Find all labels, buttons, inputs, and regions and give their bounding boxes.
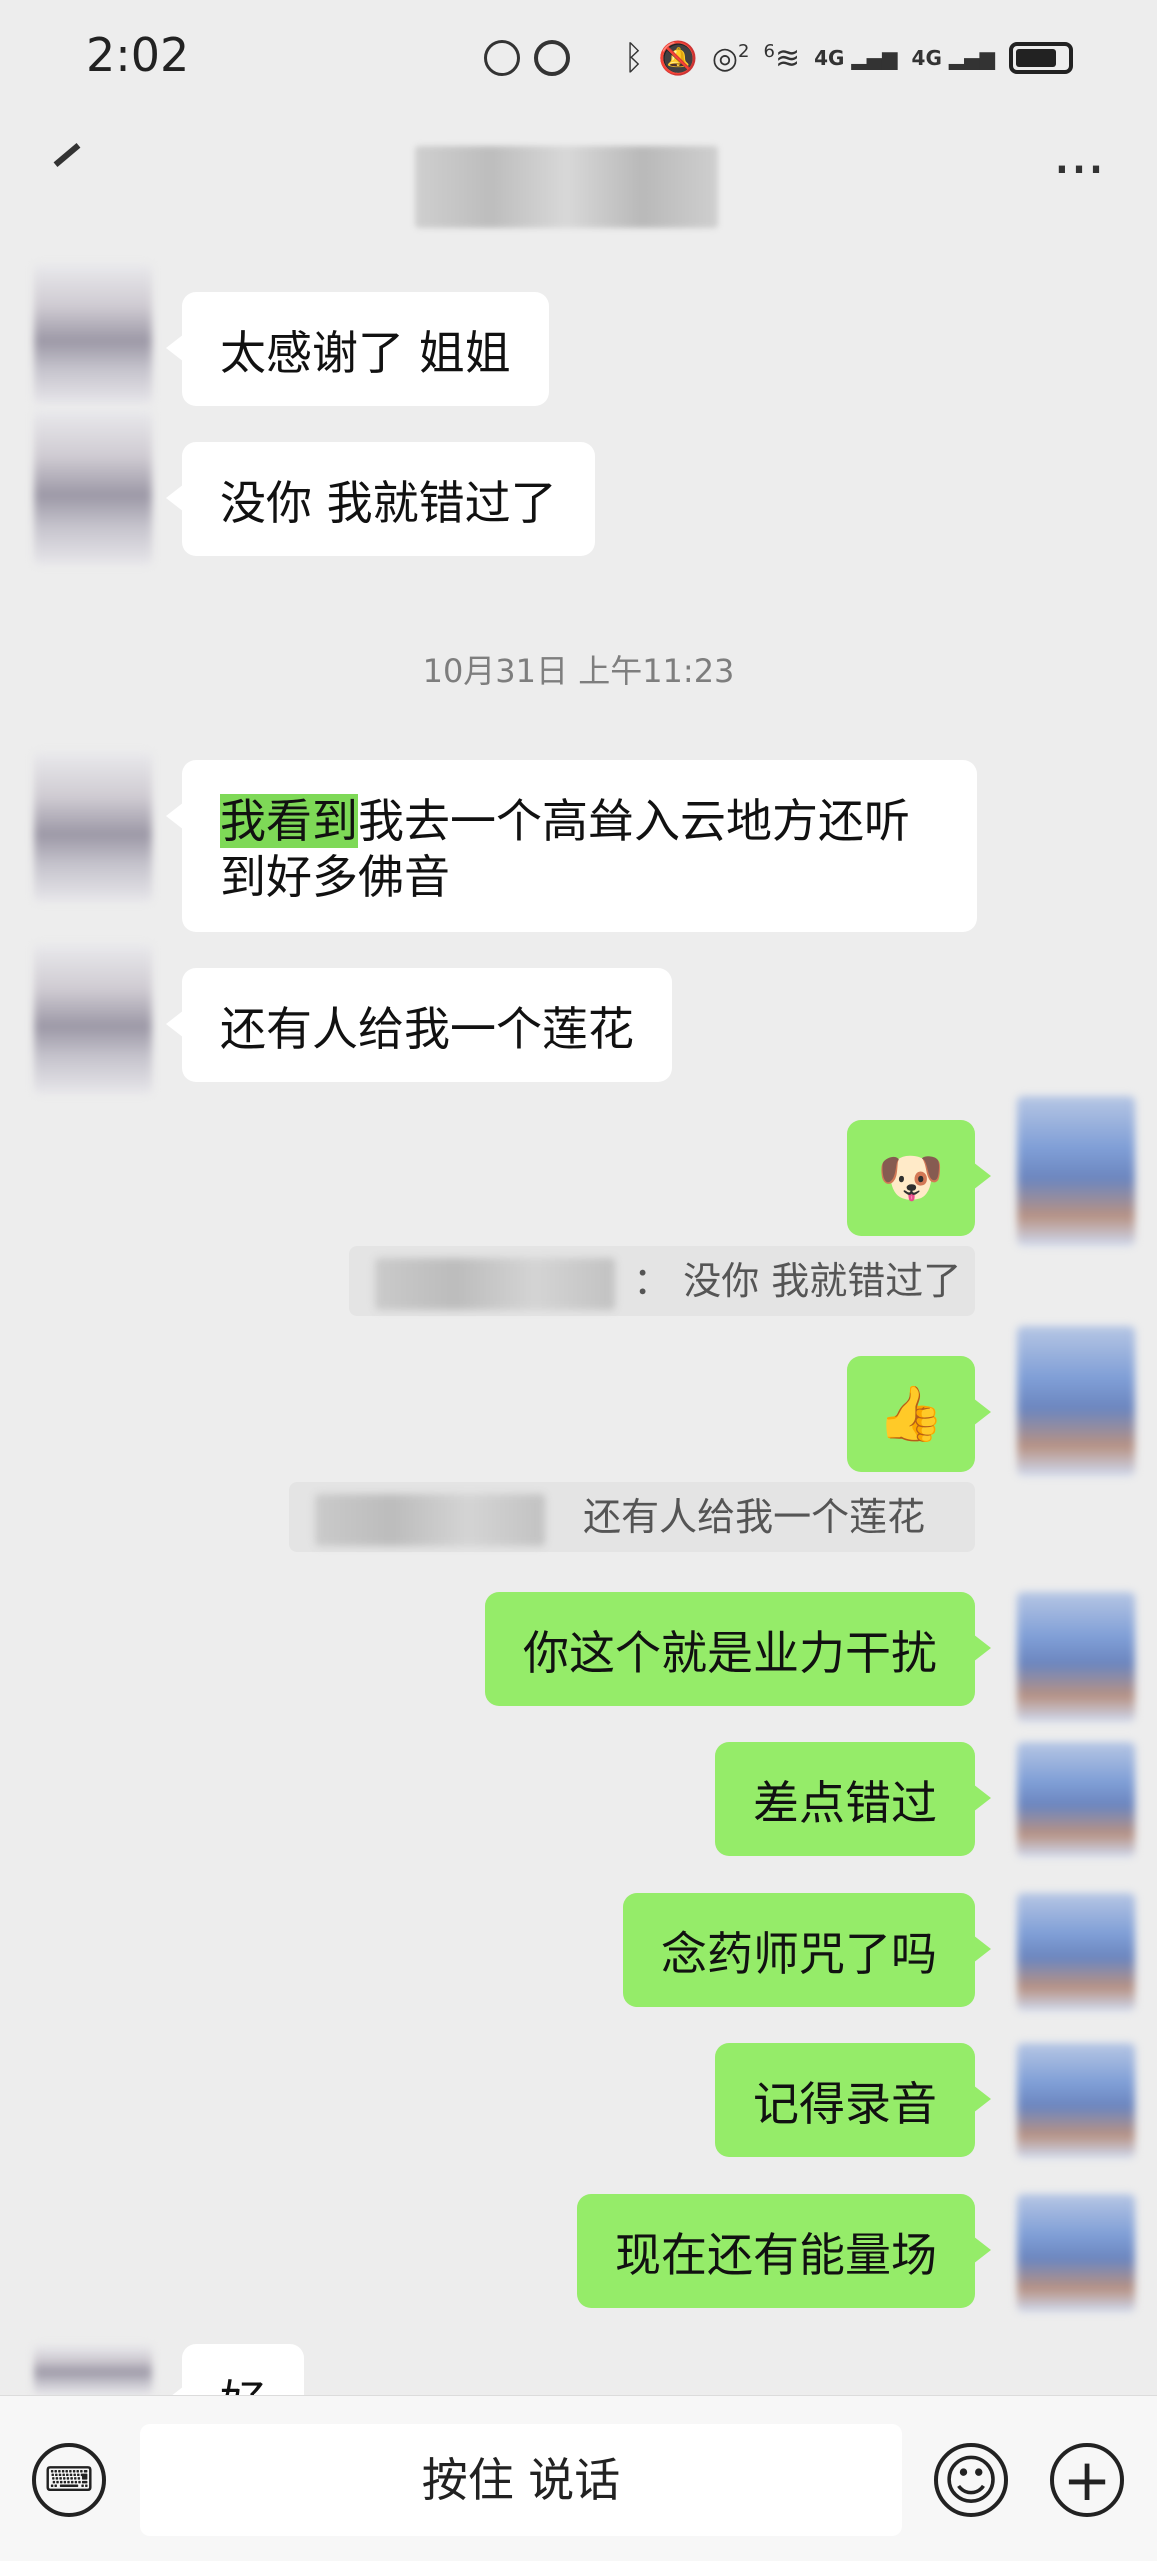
avatar[interactable] <box>1017 1742 1135 1857</box>
message-text: 你这个就是业力干扰 <box>523 1626 937 1680</box>
quote-text: 没你 我就错过了 <box>683 1259 962 1303</box>
avatar[interactable] <box>1017 2194 1135 2312</box>
search-highlight: 我看到 <box>220 794 358 848</box>
message-bubble[interactable]: 记得录音 <box>715 2043 991 2157</box>
message-text-line2: 到好多佛音 <box>220 850 450 904</box>
quote-separator: ： <box>633 1259 672 1303</box>
status-icons: ᛒ 🔕 ◎2 6≋ 4G ▂▄▆ 4G ▂▄▆ <box>483 30 1073 86</box>
avatar[interactable] <box>1017 2043 1135 2158</box>
signal-4g-icon: 4G ▂▄▆ <box>814 46 898 70</box>
message-text: 还有人给我一个莲花 <box>220 1002 634 1056</box>
plus-icon[interactable]: + <box>1050 2443 1124 2517</box>
data-saver-icon <box>483 40 520 76</box>
message-bubble[interactable]: 我看到我去一个高耸入云地方还听 到好多佛音 <box>166 760 977 932</box>
signal-4g-icon: 4G ▂▄▆ <box>911 46 995 70</box>
quoted-sender-redacted <box>375 1257 615 1310</box>
quote-text: 还有人给我一个莲花 <box>583 1495 926 1539</box>
status-time: 2:02 <box>86 28 190 82</box>
message-bubble[interactable]: 没你 我就错过了 <box>166 442 595 556</box>
chat-timestamp: 10月31日 上午11:23 <box>422 652 735 690</box>
message-bubble[interactable]: 太感谢了 姐姐 <box>166 292 549 406</box>
message-bubble[interactable]: 现在还有能量场 <box>577 2194 991 2308</box>
message-bubble[interactable]: 还有人给我一个莲花 <box>166 968 672 1082</box>
message-text: 念药师咒了吗 <box>661 1927 937 1981</box>
avatar[interactable] <box>34 410 152 565</box>
quoted-message[interactable]: ： 没你 我就错过了 <box>349 1246 975 1316</box>
emoji-icon[interactable]: ☺ <box>934 2443 1008 2517</box>
doge-emoji-icon: 🐶 <box>877 1146 945 1209</box>
quoted-sender-redacted <box>315 1493 545 1546</box>
avatar[interactable] <box>1017 1326 1135 1476</box>
back-arrow-icon[interactable] <box>53 143 81 167</box>
chat-title-redacted <box>415 146 718 228</box>
message-text: 差点错过 <box>753 1776 937 1830</box>
avatar[interactable] <box>34 2345 152 2395</box>
message-bubble[interactable]: 差点错过 <box>715 1742 991 1856</box>
avatar[interactable] <box>1017 1592 1135 1722</box>
message-text: 没你 我就错过了 <box>220 476 557 530</box>
avatar[interactable] <box>1017 1096 1135 1246</box>
avatar[interactable] <box>34 944 152 1094</box>
hotspot-icon: ◎2 <box>711 40 750 76</box>
message-bubble[interactable]: 念药师咒了吗 <box>623 1893 991 2007</box>
message-text: 现在还有能量场 <box>615 2228 937 2282</box>
more-icon[interactable]: ··· <box>1045 140 1111 200</box>
message-text: 记得录音 <box>753 2077 937 2131</box>
mute-icon: 🔕 <box>658 39 698 77</box>
quoted-message[interactable]: 还有人给我一个莲花 <box>289 1482 975 1552</box>
keyboard-icon[interactable]: ⌨ <box>32 2443 106 2517</box>
bluetooth-icon: ᛒ <box>623 38 645 78</box>
hold-to-talk-button[interactable]: 按住 说话 <box>140 2424 902 2536</box>
avatar[interactable] <box>1017 1893 1135 2011</box>
thumbs-up-emoji-icon: 👍 <box>877 1382 945 1445</box>
alarm-icon <box>533 40 570 76</box>
avatar[interactable] <box>34 752 152 902</box>
message-text: 太感谢了 姐姐 <box>220 326 511 380</box>
message-bubble[interactable]: 你这个就是业力干扰 <box>485 1592 991 1706</box>
battery-icon <box>1009 42 1073 74</box>
message-bubble[interactable]: 🐶 <box>847 1120 991 1236</box>
message-bubble[interactable]: 👍 <box>847 1356 991 1472</box>
avatar[interactable] <box>34 264 152 404</box>
message-text: 我看到我去一个高耸入云地方还听 <box>220 794 910 848</box>
wifi-icon: 6≋ <box>763 40 801 76</box>
